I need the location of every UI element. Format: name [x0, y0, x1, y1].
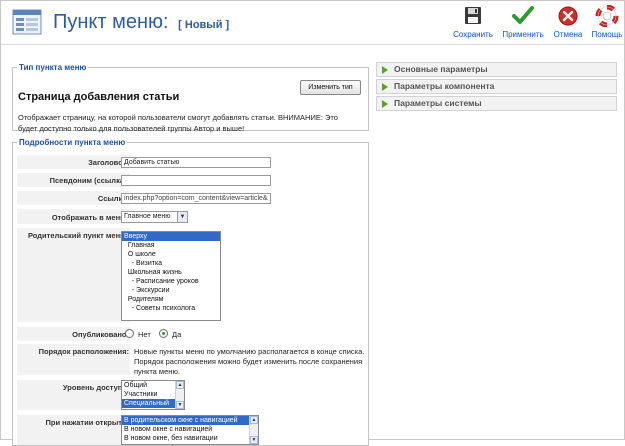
link-label: Ссылка:	[97, 194, 129, 203]
access-listbox[interactable]: Общий Участники Специальный ▲ ▼	[121, 380, 185, 410]
list-item[interactable]: Вверху	[122, 232, 220, 241]
page-title: Пункт меню: [ Новый ]	[53, 11, 229, 34]
menu-select[interactable]: Главное меню ▼	[121, 211, 188, 223]
scroll-down-icon[interactable]: ▼	[176, 401, 184, 409]
title-field[interactable]: Добавить статью	[121, 157, 271, 168]
help-button[interactable]: Помощь	[584, 5, 625, 43]
list-item[interactable]: - Расписание уроков	[122, 277, 220, 286]
list-item[interactable]: В новом окне, без навигации	[122, 434, 258, 443]
open-label: При нажатии открыть:	[45, 418, 129, 427]
list-item[interactable]: В новом окне с навигацией	[122, 425, 258, 434]
chevron-down-icon[interactable]: ▼	[177, 212, 187, 222]
order-note: Новые пункты меню по умолчанию располага…	[134, 347, 365, 376]
save-button[interactable]: Сохранить	[450, 5, 496, 43]
published-no-label: Нет	[138, 330, 151, 339]
menu-type-legend: Тип пункта меню	[19, 63, 87, 72]
parent-label: Родительский пункт меню:	[27, 231, 129, 240]
title-label: Заголовок:	[88, 158, 129, 167]
list-item[interactable]: В родительском окне с навигацией	[122, 416, 258, 425]
link-field[interactable]: index.php?option=com_content&view=articl…	[121, 193, 271, 204]
published-yes-label: Да	[172, 330, 182, 339]
open-listbox[interactable]: В родительском окне с навигацией В новом…	[121, 415, 259, 445]
published-no-radio[interactable]	[125, 329, 134, 338]
header: Пункт меню: [ Новый ] Сохранить Применит…	[1, 1, 624, 45]
scroll-down-icon[interactable]: ▼	[250, 436, 258, 444]
page-title-text: Пункт меню:	[53, 11, 169, 33]
scroll-up-icon[interactable]: ▲	[250, 416, 258, 424]
basic-params-panel[interactable]: Основные параметры	[376, 62, 617, 77]
menu-select-value: Главное меню	[124, 213, 171, 220]
change-type-button[interactable]: Изменить тип	[300, 80, 361, 95]
menu-type-heading: Страница добавления статьи	[18, 91, 180, 103]
expand-arrow-icon	[382, 100, 388, 108]
checkmark-icon	[512, 6, 534, 24]
list-item[interactable]: - Визитка	[122, 259, 220, 268]
system-params-label: Параметры системы	[394, 98, 482, 108]
row-bg	[17, 228, 130, 322]
apply-button[interactable]: Применить	[500, 5, 546, 43]
list-item[interactable]: - Советы психолога	[122, 304, 220, 313]
component-params-panel[interactable]: Параметры компонента	[376, 79, 617, 94]
component-params-label: Параметры компонента	[394, 81, 495, 91]
menu-details-legend: Подробности пункта меню	[19, 138, 126, 147]
save-label: Сохранить	[453, 30, 493, 39]
expand-arrow-icon	[382, 83, 388, 91]
access-label: Уровень доступа:	[62, 383, 129, 392]
published-label: Опубликовано:	[72, 330, 129, 339]
apply-label: Применить	[502, 30, 544, 39]
list-item[interactable]: - Экскурсии	[122, 286, 220, 295]
menu-details-box: Подробности пункта меню Заголовок: Добав…	[12, 138, 369, 446]
scroll-up-icon[interactable]: ▲	[176, 381, 184, 389]
alias-label: Псевдоним (ссылка):	[49, 176, 129, 185]
floppy-disk-icon	[465, 7, 481, 24]
parent-listbox[interactable]: Вверху Главная О школе - Визитка Школьна…	[121, 231, 221, 321]
help-label: Помощь	[591, 30, 623, 39]
scrollbar[interactable]: ▲ ▼	[175, 381, 184, 409]
list-item[interactable]: Родителям	[122, 295, 220, 304]
published-yes-radio[interactable]	[159, 329, 168, 338]
lifebuoy-icon	[595, 5, 619, 27]
system-params-panel[interactable]: Параметры системы	[376, 96, 617, 111]
basic-params-label: Основные параметры	[394, 64, 488, 74]
cancel-icon	[558, 6, 578, 26]
expand-arrow-icon	[382, 66, 388, 74]
menu-type-description: Отображает страницу, на которой пользова…	[18, 113, 338, 133]
menu-label: Отображать в меню:	[51, 213, 129, 222]
order-label: Порядок расположения:	[38, 347, 129, 356]
menu-type-box: Тип пункта меню Страница добавления стат…	[12, 63, 369, 133]
list-item[interactable]: Школьная жизнь	[122, 268, 220, 277]
list-item[interactable]: О школе	[122, 250, 220, 259]
alias-field[interactable]	[121, 175, 271, 186]
list-item[interactable]: Главная	[122, 241, 220, 250]
status-badge: [ Новый ]	[178, 19, 230, 31]
menu-item-icon	[12, 9, 42, 35]
